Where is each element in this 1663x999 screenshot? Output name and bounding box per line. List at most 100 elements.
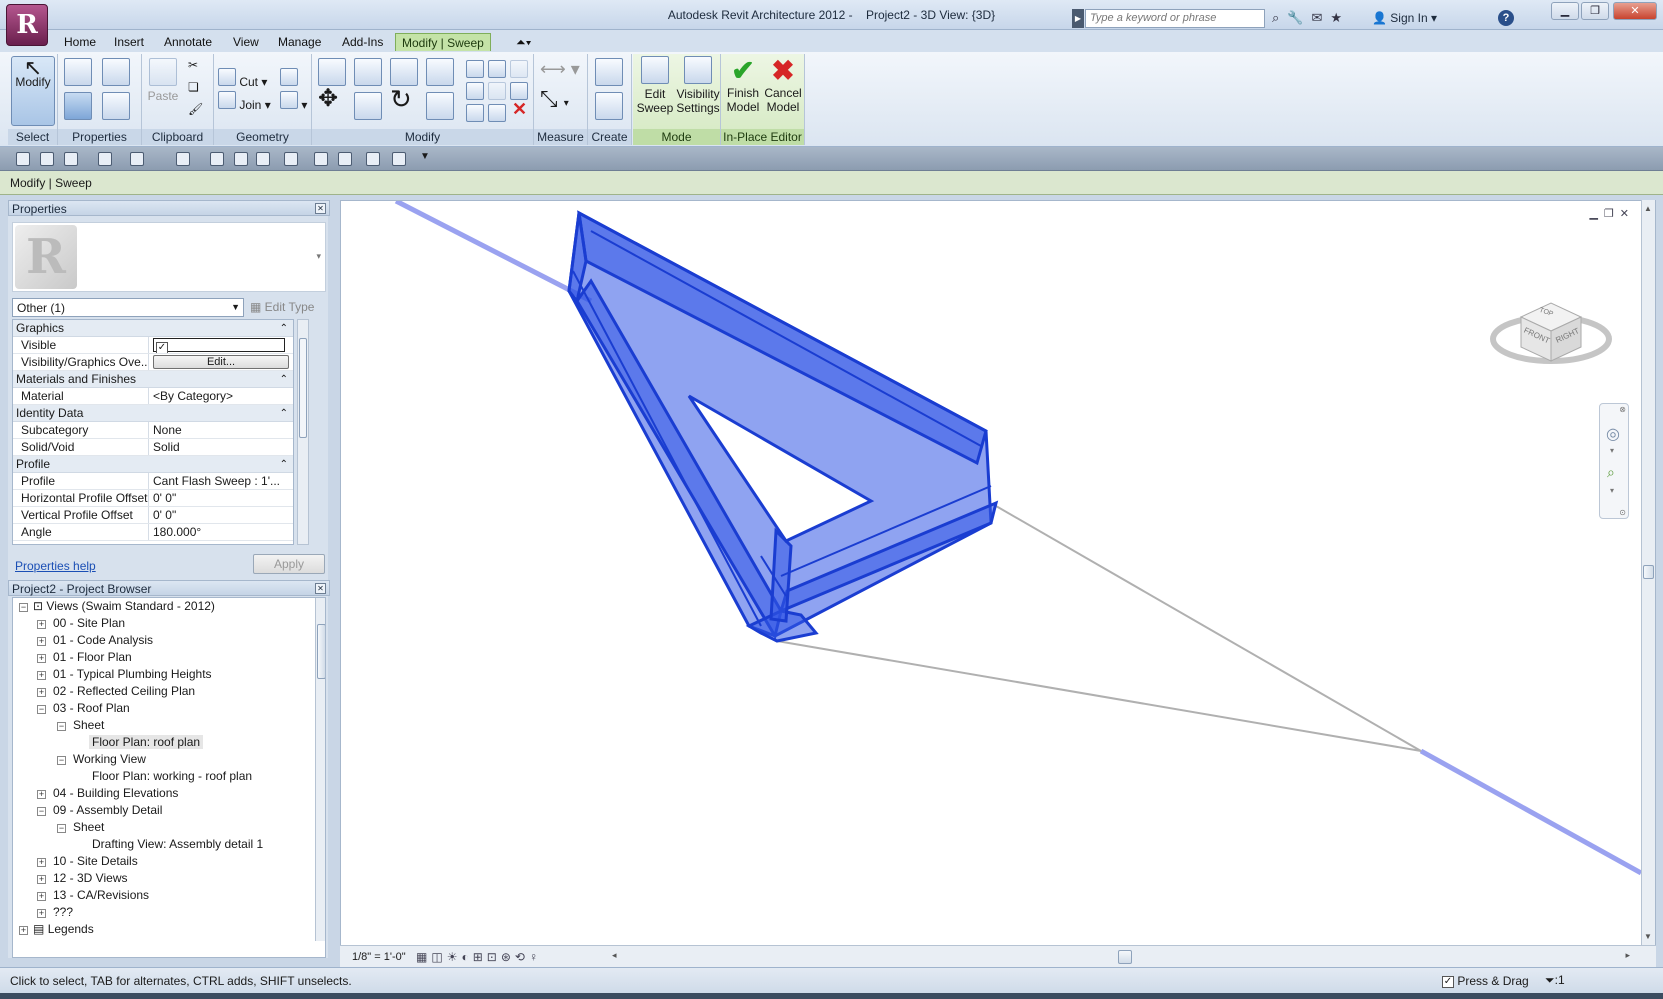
collapse-icon[interactable]: ⌃ [280,320,288,337]
copy-element-icon[interactable] [354,92,382,123]
properties-close-icon[interactable]: ✕ [315,203,326,214]
undo-icon[interactable] [98,152,112,166]
finish-model-button[interactable]: ✔ Finish Model [723,56,763,115]
prop-value[interactable]: ✓ [149,337,293,353]
sync-icon[interactable] [64,152,78,166]
navbar-close-icon[interactable]: ⊗ [1619,405,1626,414]
scissors-icon[interactable]: ✂ [188,58,198,72]
collapse-toggle-icon[interactable]: − [57,824,66,833]
sign-in-button[interactable]: 👤 Sign In ▾ [1372,11,1437,25]
tree-node-legends[interactable]: ▤ Legends [33,922,94,936]
tab-modify-sweep[interactable]: Modify | Sweep [395,33,491,51]
collapse-toggle-icon[interactable]: − [37,705,46,714]
expand-toggle-icon[interactable]: + [19,926,28,935]
cancel-model-button[interactable]: ✖ Cancel Model [763,56,803,115]
wall-joins-icon[interactable] [280,68,298,89]
scale-icon[interactable] [488,82,506,103]
tab-annotate[interactable]: Annotate [158,33,218,51]
visual-style-icon[interactable]: ◫ [431,950,446,964]
model-canvas[interactable] [341,201,1641,945]
trim-single-icon[interactable] [466,104,484,125]
press-drag-toggle[interactable]: ✓ Press & Drag [1442,974,1529,988]
project-browser-scrollbar[interactable] [315,598,325,941]
aligned-dimension-icon[interactable]: ⤡ ▾ [540,88,569,111]
redo-icon[interactable] [130,152,144,166]
properties-toggle-icon[interactable] [64,92,92,123]
crop-view-icon[interactable]: ⊡ [487,950,501,964]
edit-sweep-button[interactable]: Edit Sweep [635,56,675,115]
delete-icon[interactable]: ✕ [512,100,527,118]
modify-button[interactable]: ↖ Modify [11,56,55,126]
expand-toggle-icon[interactable]: + [37,858,46,867]
section-identity[interactable]: Identity Data ⌃ [13,405,293,422]
collapse-toggle-icon[interactable]: − [57,756,66,765]
tree-node[interactable]: 04 - Building Elevations [53,786,178,800]
expand-toggle-icon[interactable]: + [37,790,46,799]
ribbon-minimize-toggle[interactable]: ⏶▾ [510,33,537,51]
properties-help-link[interactable]: Properties help [15,559,96,573]
prop-value[interactable]: 0' 0" [149,490,293,506]
split-gap-icon[interactable] [488,60,506,81]
offset-icon[interactable] [354,58,382,89]
tree-node[interactable]: Drafting View: Assembly detail 1 [92,837,263,851]
visibility-edit-button[interactable]: Edit... [153,355,289,369]
lightbulb-icon[interactable]: ♀ [529,950,542,964]
tab-insert[interactable]: Insert [108,33,150,51]
expand-toggle-icon[interactable]: + [37,671,46,680]
temporary-hide-icon[interactable]: ⊛ [501,950,515,964]
copy-icon[interactable]: ❏ [188,80,199,94]
create-similar-icon[interactable] [595,58,623,89]
prop-value[interactable]: Cant Flash Sweep : 1'... [149,473,293,489]
tree-node[interactable]: 01 - Code Analysis [53,633,153,647]
mirror-draw-icon[interactable] [426,58,454,89]
family-types-icon[interactable] [102,58,130,89]
communication-center-icon[interactable]: ✉ [1311,10,1322,26]
chevron-down-icon[interactable]: ▾ [1610,486,1614,495]
tree-node[interactable]: Working View [73,752,146,766]
favorites-star-icon[interactable]: ★ [1330,10,1342,26]
properties-scrollbar[interactable] [297,319,309,545]
reveal-hidden-icon[interactable]: ⟲ [515,950,529,964]
tab-view[interactable]: View [227,33,265,51]
rendering-icon[interactable]: ⊞ [473,950,487,964]
sun-path-icon[interactable]: ☀ [447,950,462,964]
detail-level-icon[interactable]: ▦ [416,950,431,964]
switch-windows-icon[interactable] [392,152,406,166]
3d-viewport[interactable]: ▁❐✕ TOP FRONT RIGHT ⊗ ◎ ▾ ⌕ ▾ ⊙ [340,200,1656,946]
instance-filter-select[interactable]: Other (1) ▼ [12,298,244,317]
project-browser-close-icon[interactable]: ✕ [315,583,326,594]
collapse-icon[interactable]: ⌃ [280,405,288,422]
maximize-button[interactable]: ❐ [1581,2,1609,20]
properties-scroll-thumb[interactable] [299,338,307,438]
tree-node[interactable]: ??? [53,905,73,919]
split-element-icon[interactable] [466,60,484,81]
minimize-button[interactable]: ▁ [1551,2,1579,20]
prop-value[interactable]: None [149,422,293,438]
join-geometry-button[interactable]: Join ▾ [218,91,271,112]
tree-node[interactable]: 02 - Reflected Ceiling Plan [53,684,195,698]
rotate-icon[interactable]: ↻ [390,86,412,112]
edit-type-button[interactable]: ▦ Edit Type [250,300,314,314]
scroll-up-icon[interactable]: ▲ [1644,204,1652,213]
section-profile[interactable]: Profile ⌃ [13,456,293,473]
tree-node[interactable]: 09 - Assembly Detail [53,803,162,817]
zoom-region-icon[interactable]: ⌕ [1607,464,1615,481]
viewport-vertical-scrollbar[interactable]: ▲ ▼ [1641,200,1655,945]
visibility-settings-button[interactable]: Visibility Settings [675,56,721,115]
section-graphics[interactable]: Graphics ⌃ [13,320,293,337]
type-properties-icon[interactable] [64,58,92,89]
scroll-down-icon[interactable]: ▼ [1644,932,1652,941]
application-menu-button[interactable]: R [6,4,48,46]
shadows-icon[interactable]: ◐ [461,950,472,964]
viewport-horizontal-scroll-thumb[interactable] [1118,950,1132,964]
prop-value[interactable]: <By Category> [149,388,293,404]
search-expand-icon[interactable]: ▶ [1072,9,1084,28]
prop-value[interactable]: 0' 0" [149,507,293,523]
expand-toggle-icon[interactable]: + [37,875,46,884]
collapse-toggle-icon[interactable]: − [37,807,46,816]
split-face-icon[interactable]: ▾ [280,91,307,112]
collapse-toggle-icon[interactable]: − [19,603,28,612]
section-qat-icon[interactable] [314,152,328,166]
tab-add-ins[interactable]: Add-Ins [336,33,389,51]
type-dropdown-icon[interactable]: ▾ [316,251,321,262]
